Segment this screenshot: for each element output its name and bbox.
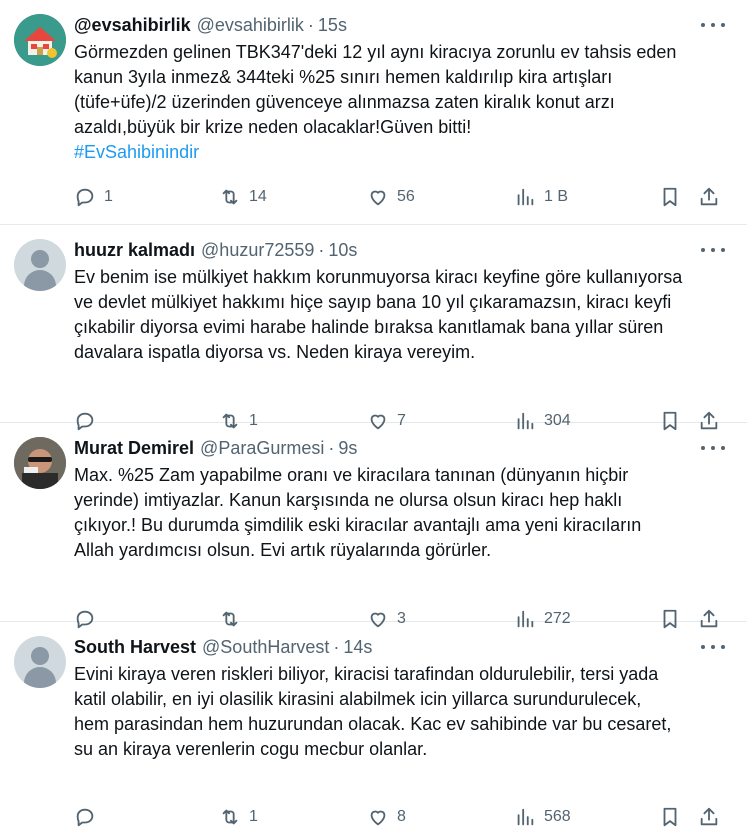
- avatar[interactable]: [14, 239, 66, 291]
- more-icon[interactable]: [701, 244, 725, 256]
- views-count: 568: [544, 808, 571, 825]
- bookmark-icon: [663, 187, 677, 207]
- retweet-count: 14: [249, 188, 267, 205]
- reply-icon: [76, 188, 94, 207]
- retweet-icon: [222, 809, 238, 825]
- author-handle[interactable]: @evsahibirlik: [197, 14, 304, 36]
- tweet-text: Görmezden gelinen TBK347'deki 12 yıl ayn…: [74, 42, 677, 137]
- author-name[interactable]: huuzr kalmadı: [74, 239, 195, 261]
- timestamp[interactable]: 10s: [328, 239, 357, 261]
- retweet-button[interactable]: 1: [219, 806, 258, 828]
- more-icon[interactable]: [701, 641, 725, 653]
- views-icon: [517, 808, 534, 826]
- separator-dot: ·: [333, 637, 340, 657]
- views-button[interactable]: 1 B: [514, 186, 568, 208]
- timestamp[interactable]: 15s: [318, 14, 347, 36]
- tweet-text: Evini kiraya veren riskleri biliyor, kir…: [74, 664, 672, 759]
- share-icon: [700, 187, 718, 206]
- avatar[interactable]: [14, 14, 66, 66]
- avatar[interactable]: [14, 636, 66, 688]
- tweet[interactable]: South Harvest @SouthHarvest · 14s Evini …: [0, 622, 747, 827]
- tweet-actions: 1 14 56 1 B: [74, 182, 731, 212]
- default-avatar-icon: [31, 647, 49, 665]
- author-name[interactable]: South Harvest: [74, 636, 196, 658]
- share-button[interactable]: [698, 186, 720, 208]
- retweet-icon: [222, 189, 238, 205]
- tweet[interactable]: huuzr kalmadı @huzur72559 · 10s Ev benim…: [0, 225, 747, 431]
- separator-dot: ·: [328, 438, 335, 458]
- like-button[interactable]: 56: [367, 186, 415, 208]
- reply-button[interactable]: [74, 806, 104, 828]
- reply-icon: [76, 808, 94, 827]
- like-button[interactable]: 8: [367, 806, 406, 828]
- like-count: 8: [397, 808, 406, 825]
- separator-dot: ·: [307, 15, 314, 35]
- author-name[interactable]: Murat Demirel: [74, 437, 194, 459]
- retweet-button[interactable]: 14: [219, 186, 267, 208]
- tweet-text: Max. %25 Zam yapabilme oranı ve kiracıla…: [74, 465, 642, 560]
- house-logo-icon: [14, 14, 66, 66]
- profile-photo-icon: [14, 437, 66, 489]
- reply-button[interactable]: 1: [74, 186, 113, 208]
- timestamp[interactable]: 9s: [338, 437, 357, 459]
- bookmark-button[interactable]: [659, 806, 681, 828]
- tweet-text: Ev benim ise mülkiyet hakkım korunmuyors…: [74, 267, 683, 362]
- tweet[interactable]: Murat Demirel @ParaGurmesi · 9s Max. %25…: [0, 423, 747, 629]
- separator-dot: ·: [318, 240, 325, 260]
- like-icon: [370, 190, 386, 206]
- author-handle[interactable]: @ParaGurmesi: [200, 437, 324, 459]
- views-button[interactable]: 568: [514, 806, 571, 828]
- bookmark-button[interactable]: [659, 186, 681, 208]
- views-icon: [517, 188, 534, 206]
- share-button[interactable]: [698, 806, 720, 828]
- author-name[interactable]: @evsahibirlik: [74, 14, 191, 36]
- more-icon[interactable]: [701, 442, 725, 454]
- like-count: 56: [397, 188, 415, 205]
- author-handle[interactable]: @SouthHarvest: [202, 636, 329, 658]
- avatar[interactable]: [14, 437, 66, 489]
- default-avatar-icon: [31, 250, 49, 268]
- timestamp[interactable]: 14s: [343, 636, 372, 658]
- tweet-actions: 1 8 568: [74, 802, 731, 832]
- reply-count: 1: [104, 188, 113, 205]
- bookmark-icon: [663, 807, 677, 827]
- tweet[interactable]: @evsahibirlik @evsahibirlik · 15s Görmez…: [0, 0, 747, 225]
- retweet-count: 1: [249, 808, 258, 825]
- views-count: 1 B: [544, 188, 569, 205]
- more-icon[interactable]: [701, 19, 725, 31]
- hashtag-link[interactable]: #EvSahibinindir: [74, 140, 731, 165]
- timeline-feed: @evsahibirlik @evsahibirlik · 15s Görmez…: [0, 0, 747, 827]
- author-handle[interactable]: @huzur72559: [201, 239, 314, 261]
- share-icon: [700, 807, 718, 826]
- like-icon: [370, 810, 386, 826]
